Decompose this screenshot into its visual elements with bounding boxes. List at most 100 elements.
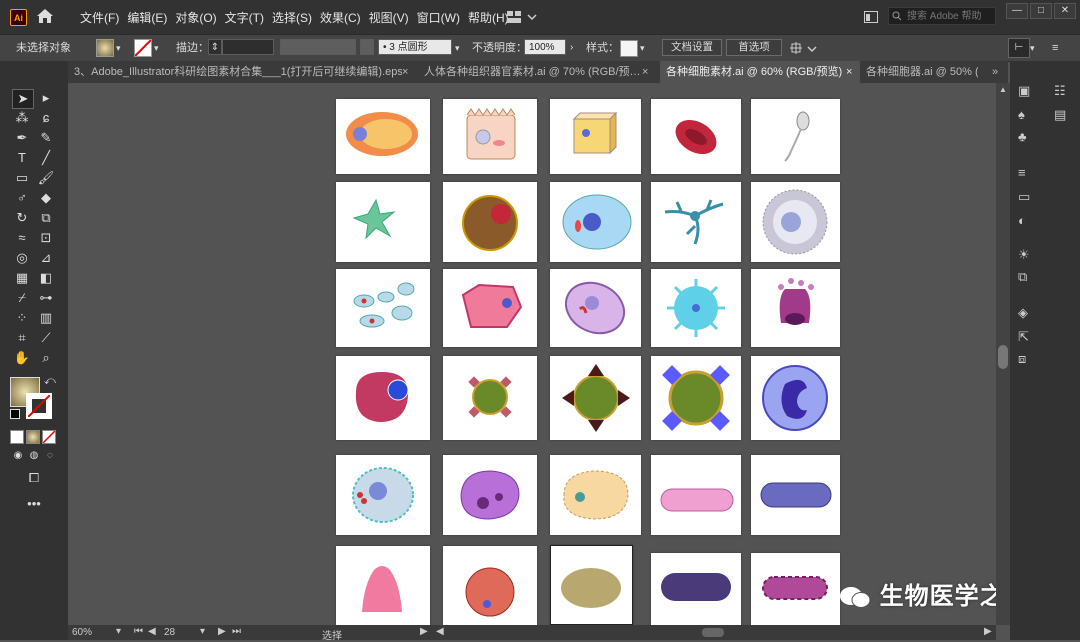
fill-dropdown-icon[interactable]: ▾ (116, 39, 121, 57)
prev-artboard-icon[interactable]: ◀ (148, 626, 156, 637)
style-dropdown-icon[interactable]: ▾ (640, 39, 645, 57)
blend-tool-icon[interactable]: ⊶ (36, 289, 56, 307)
first-artboard-icon[interactable]: ⏮ (134, 626, 143, 637)
pen-tool-icon[interactable]: ✒ (12, 129, 32, 147)
preferences-button[interactable]: 首选项 (726, 39, 782, 56)
artboard-23[interactable] (550, 455, 641, 535)
brush-dropdown-icon[interactable]: ▾ (455, 39, 460, 57)
artboard-20[interactable] (751, 356, 840, 440)
stroke-swatch[interactable] (134, 39, 152, 57)
artboard-9[interactable] (651, 182, 741, 262)
control-menu-icon[interactable]: ≡ (1052, 39, 1058, 57)
perspective-grid-icon[interactable]: ⊿ (36, 249, 56, 267)
artboard-13[interactable] (550, 269, 641, 347)
artboard-dropdown-icon[interactable]: ▾ (200, 626, 205, 637)
artboard-number[interactable]: 28 (164, 627, 175, 638)
selection-tool-icon[interactable]: ➤ (12, 89, 34, 109)
stroke-weight-stepper[interactable]: ⇕ (208, 39, 222, 55)
symbol-sprayer-icon[interactable]: ⁘ (12, 309, 32, 327)
panel-icon-brushes[interactable]: ♠ (1018, 107, 1025, 122)
rectangle-tool-icon[interactable]: ▭ (12, 169, 32, 187)
eyedropper-icon[interactable]: ⌿ (12, 289, 32, 307)
gradient-mode-button[interactable] (26, 430, 40, 444)
tab-close-icon[interactable]: × (642, 61, 656, 83)
status-arrow-icon[interactable]: ▶ (420, 626, 428, 637)
opacity-label[interactable]: 不透明度： (472, 39, 527, 57)
stroke-dropdown-icon[interactable]: ▾ (154, 39, 159, 57)
paintbrush-icon[interactable]: 🖌 (36, 169, 56, 187)
maximize-button[interactable]: □ (1030, 3, 1052, 19)
artboard-3[interactable] (550, 99, 641, 174)
artboard-tool-icon[interactable]: ⌗ (12, 329, 32, 347)
tab-cell-materials[interactable]: 各种细胞素材.ai @ 60% (RGB/预览) (660, 61, 860, 83)
type-tool-icon[interactable]: T (12, 149, 32, 167)
menu-effect[interactable]: 效果(C) (318, 10, 367, 26)
artboard-26[interactable] (336, 546, 430, 625)
profile-dropdown[interactable] (360, 39, 374, 55)
panel-toggle[interactable]: ⊢ (1008, 38, 1030, 58)
last-artboard-icon[interactable]: ⏭ (232, 626, 241, 637)
panel-icon-artboards[interactable]: ⧈ (1018, 351, 1026, 367)
panel-icon-transparency[interactable]: ◐ (1018, 213, 1026, 228)
stroke-weight-input[interactable] (222, 39, 274, 55)
panel-icon-symbols[interactable]: ♣ (1018, 129, 1027, 144)
draw-inside-icon[interactable]: ◌ (40, 447, 60, 465)
shaper-tool-icon[interactable]: ♂ (12, 189, 32, 207)
tab-close-icon[interactable]: × (846, 61, 860, 83)
gradient-tool-icon[interactable]: ◧ (36, 269, 56, 287)
panel-icon-graphic-styles[interactable]: ⧉ (1018, 269, 1027, 285)
tab-eps-collection[interactable]: 3、Adobe_Illustrator科研绘图素材合集___1(打开后可继续编辑… (74, 61, 416, 83)
artboard-19[interactable] (651, 356, 741, 440)
horizontal-scroll-thumb[interactable] (702, 628, 724, 637)
menu-view[interactable]: 视图(V) (367, 10, 415, 26)
tab-overflow-icon[interactable]: » (992, 61, 1006, 83)
scale-tool-icon[interactable]: ⧉ (36, 209, 56, 227)
artboard-11[interactable] (336, 269, 430, 347)
artboard-4[interactable] (651, 99, 741, 174)
minimize-button[interactable]: — (1006, 3, 1028, 19)
panel-icon-pages[interactable]: ▤ (1054, 107, 1066, 123)
default-colors-icon[interactable] (10, 409, 20, 419)
artboard-1[interactable] (336, 99, 430, 174)
fill-swatch[interactable] (96, 39, 114, 57)
opacity-arrow-icon[interactable]: › (570, 39, 573, 57)
stroke-color-box[interactable] (26, 393, 52, 419)
line-tool-icon[interactable]: ╱ (36, 149, 56, 167)
menu-window[interactable]: 窗口(W) (415, 10, 466, 26)
document-setup-button[interactable]: 文档设置 (662, 39, 722, 56)
artboard-6[interactable] (336, 182, 430, 262)
mesh-tool-icon[interactable]: ▦ (12, 269, 32, 287)
vertical-scrollbar[interactable]: ▲ (996, 83, 1010, 625)
none-mode-button[interactable] (42, 430, 56, 444)
eraser-icon[interactable]: ◆ (36, 189, 56, 207)
tab-close-icon[interactable]: × (402, 61, 416, 83)
menu-select[interactable]: 选择(S) (270, 10, 318, 26)
artboard-27[interactable] (443, 546, 537, 625)
artboard-12[interactable] (443, 269, 537, 347)
free-transform-icon[interactable]: ⊡ (36, 229, 56, 247)
tab-tissue-organs[interactable]: 人体各种组织器官素材.ai @ 70% (RGB/预… (424, 61, 640, 83)
artboard-7[interactable] (443, 182, 537, 262)
variable-width-profile[interactable] (280, 39, 356, 55)
panel-icon-appearance[interactable]: ☀ (1018, 247, 1030, 263)
home-icon[interactable] (36, 8, 54, 24)
artboard-28[interactable] (550, 545, 633, 625)
artboard-25[interactable] (751, 455, 840, 535)
hand-tool-icon[interactable]: ✋ (12, 349, 32, 367)
panel-toggle-dropdown[interactable]: ▾ (1030, 39, 1035, 57)
menu-type[interactable]: 文字(T) (223, 10, 270, 26)
artboard-18[interactable] (550, 356, 641, 440)
color-mode-button[interactable] (10, 430, 24, 444)
workspace-switcher-icon[interactable] (506, 10, 538, 24)
menu-edit[interactable]: 编辑(E) (125, 10, 173, 26)
lasso-icon[interactable]: ɕ (36, 109, 56, 127)
panel-icon-layers[interactable]: ◈ (1018, 305, 1028, 321)
artboard-5[interactable] (751, 99, 840, 174)
warp-tool-icon[interactable]: ≈ (12, 229, 32, 247)
arrange-icon[interactable] (790, 42, 818, 56)
artboard-8[interactable] (550, 182, 641, 262)
artboard-22[interactable] (443, 455, 537, 535)
artboard-15[interactable] (751, 269, 840, 347)
scroll-up-icon[interactable]: ▲ (999, 85, 1007, 94)
close-button[interactable]: ✕ (1054, 3, 1076, 19)
